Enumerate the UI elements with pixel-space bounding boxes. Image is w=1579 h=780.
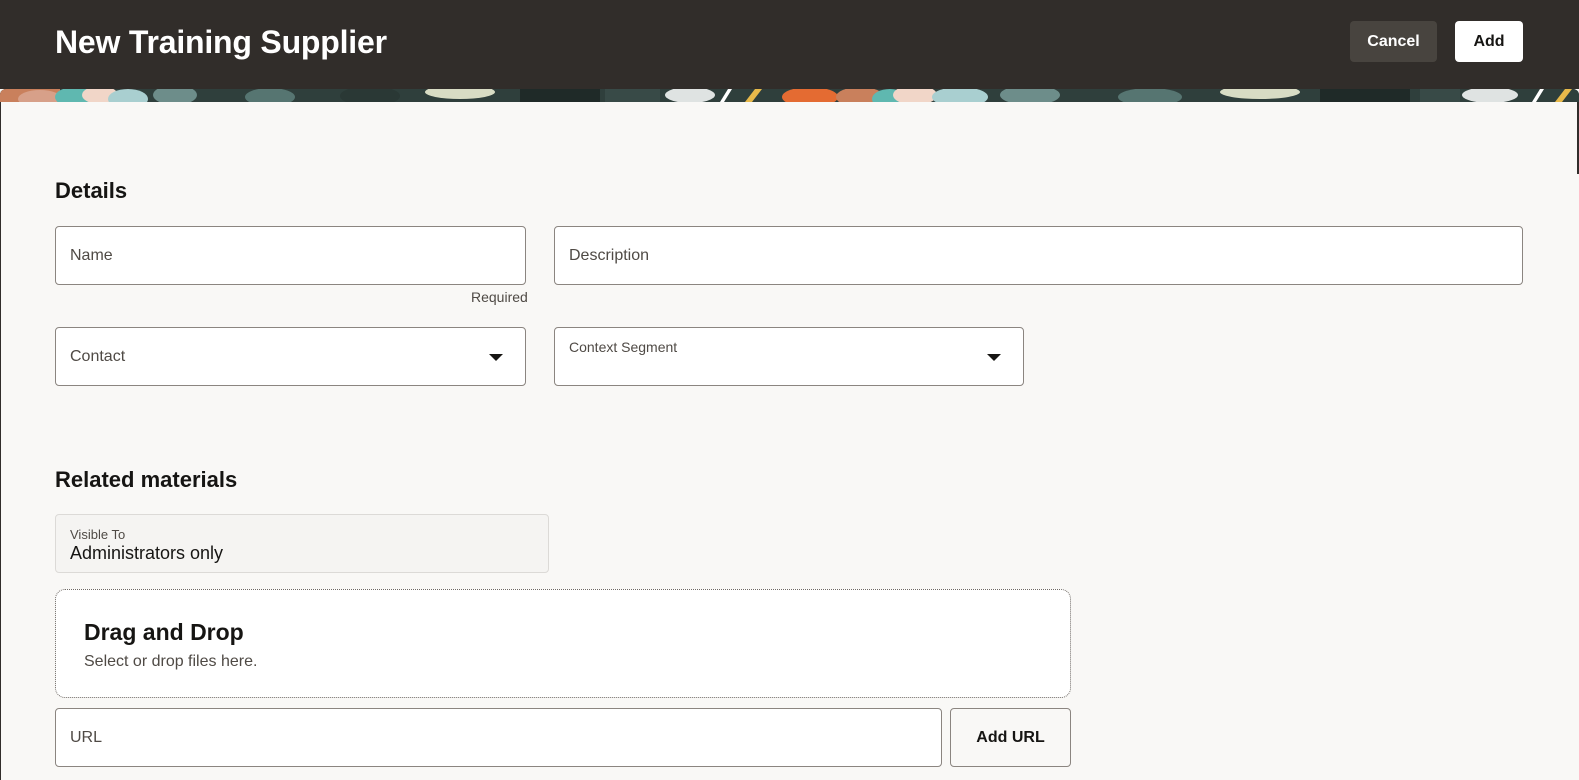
name-placeholder: Name [70, 246, 113, 264]
context-segment-label: Context Segment [569, 339, 678, 355]
visible-to-label: Visible To [70, 527, 126, 542]
page-title: New Training Supplier [55, 24, 387, 60]
name-field[interactable]: Name [55, 226, 526, 285]
description-field[interactable]: Description [554, 226, 1523, 285]
visible-to-field: Visible To Administrators only [55, 514, 549, 573]
url-input[interactable]: URL [55, 708, 942, 767]
page-header: New Training Supplier Cancel Add [0, 0, 1579, 89]
dropzone-title: Drag and Drop [84, 619, 244, 645]
details-heading: Details [55, 178, 128, 203]
contact-placeholder: Contact [70, 347, 126, 365]
file-dropzone[interactable]: Drag and Drop Select or drop files here. [55, 589, 1071, 698]
decorative-banner [0, 89, 1579, 102]
context-segment-select[interactable]: Context Segment [554, 327, 1024, 386]
chevron-down-icon[interactable] [489, 353, 503, 361]
related-materials-heading: Related materials [55, 467, 238, 492]
name-required-helper: Required [471, 289, 528, 305]
chevron-down-icon[interactable] [987, 353, 1001, 361]
url-placeholder: URL [70, 728, 103, 746]
contact-select[interactable]: Contact [55, 327, 526, 386]
cancel-button[interactable]: Cancel [1350, 21, 1437, 62]
description-placeholder: Description [569, 246, 650, 264]
dropzone-subtitle: Select or drop files here. [84, 653, 258, 670]
visible-to-value: Administrators only [70, 543, 224, 563]
add-url-button[interactable]: Add URL [950, 708, 1071, 767]
add-button[interactable]: Add [1455, 21, 1523, 62]
